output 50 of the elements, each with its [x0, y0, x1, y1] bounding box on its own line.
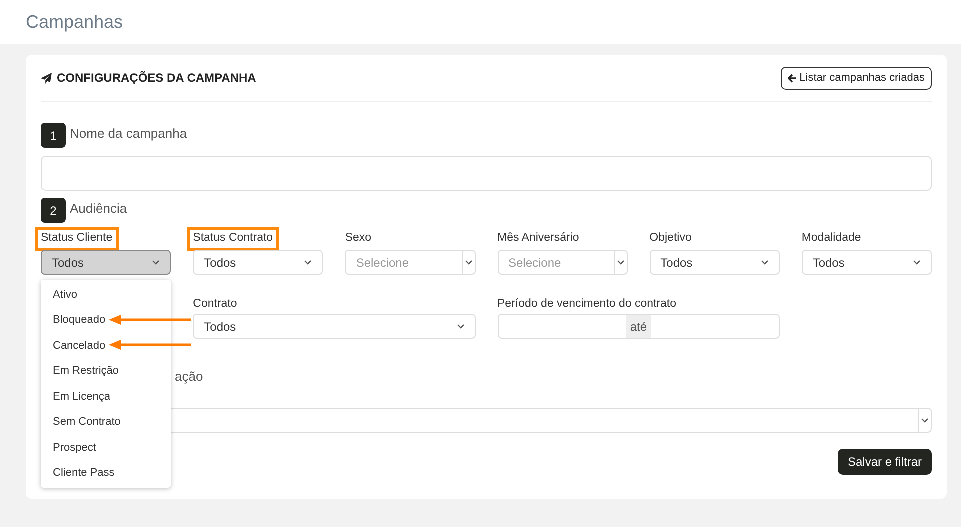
select-value: Todos — [204, 318, 236, 336]
dropdown-option[interactable]: Em Restrição — [53, 363, 120, 380]
date-range-field[interactable]: até — [498, 314, 780, 339]
filter-label: Status Contrato — [190, 230, 276, 248]
chevron-down-icon — [304, 260, 312, 265]
chevron-down-icon — [456, 324, 464, 329]
list-campaigns-button[interactable]: Listar campanhas criadas — [780, 66, 932, 90]
dropdown-option[interactable]: Em Licença — [53, 388, 110, 405]
campaign-name-input[interactable] — [41, 156, 932, 191]
select-field[interactable]: Todos — [650, 250, 780, 275]
chevron-down-icon — [913, 260, 921, 265]
step-label: ação — [175, 368, 204, 386]
step-label: Audiência — [70, 200, 128, 218]
select-value: Todos — [204, 254, 236, 272]
select-value: Todos — [52, 254, 84, 272]
save-filter-button[interactable]: Salvar e filtrar — [838, 449, 932, 475]
select-field[interactable]: Todos — [193, 250, 324, 275]
paper-plane-icon — [41, 72, 52, 84]
range-separator: até — [626, 315, 652, 338]
arrow-left-icon — [788, 74, 797, 82]
filter-label: Modalidade — [802, 231, 862, 246]
chevron-down-icon — [464, 260, 472, 265]
dropdown-option[interactable]: Ativo — [53, 286, 78, 303]
step-badge: 2 — [41, 198, 66, 223]
step-badge: 1 — [41, 123, 66, 148]
chevron-down-icon — [152, 260, 160, 265]
dropdown-option[interactable]: Cancelado — [53, 338, 106, 354]
step-label: Nome da campanha — [70, 124, 188, 143]
filter-label: Mês Aniversário — [498, 231, 580, 246]
select-value: Todos — [812, 254, 845, 272]
filter-label: Sexo — [345, 231, 372, 246]
dropdown-option[interactable]: Prospect — [53, 440, 96, 456]
dropdown-option[interactable]: Cliente Pass — [53, 465, 115, 482]
page-title: Campanhas — [26, 10, 124, 34]
placeholder-text: Selecione — [508, 254, 562, 272]
select-field[interactable]: Todos — [802, 250, 932, 275]
dropdown-option[interactable]: Sem Contrato — [53, 414, 121, 430]
dropdown-option[interactable]: Bloqueado — [53, 312, 106, 328]
select-field[interactable]: Todos — [41, 250, 172, 275]
placeholder-text: Selecione — [355, 254, 410, 272]
card-title: CONFIGURAÇÕES DA CAMPANHA — [57, 70, 256, 87]
chevron-down-icon — [921, 418, 929, 423]
filter-label: Objetivo — [650, 231, 692, 246]
filter-label: Período de vencimento do contrato — [498, 297, 678, 310]
select-field[interactable]: Todos — [193, 314, 476, 339]
filter-label: Status Cliente — [38, 230, 116, 248]
chevron-down-icon — [760, 260, 769, 265]
filter-label: Contrato — [193, 297, 238, 310]
chevron-down-icon — [616, 260, 625, 265]
select-value: Todos — [660, 254, 693, 272]
